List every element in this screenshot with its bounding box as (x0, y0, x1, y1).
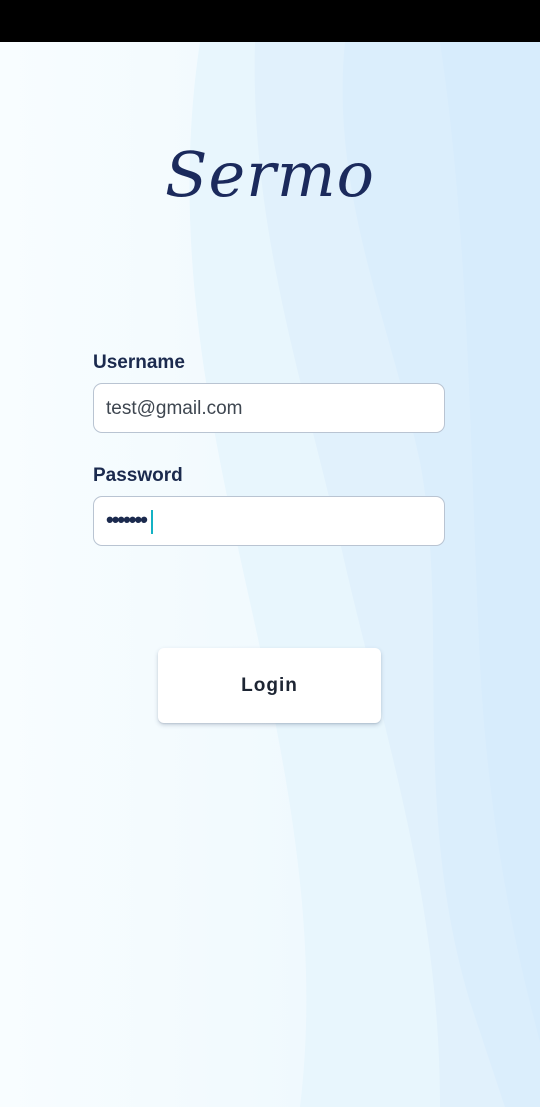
login-button[interactable]: Login (158, 648, 381, 723)
login-form-container: Sermo Username test@gmail.com Password •… (0, 0, 540, 1107)
password-masked-value: ••••••• (106, 507, 148, 532)
password-label: Password (93, 465, 183, 486)
password-field[interactable]: ••••••• (93, 496, 445, 546)
login-screen: Sermo Username test@gmail.com Password •… (0, 0, 540, 1107)
app-logo: Sermo (165, 138, 375, 211)
username-label: Username (93, 352, 185, 373)
text-cursor (151, 510, 153, 534)
status-bar (0, 0, 540, 42)
username-field[interactable]: test@gmail.com (93, 383, 445, 433)
username-value: test@gmail.com (106, 398, 243, 419)
